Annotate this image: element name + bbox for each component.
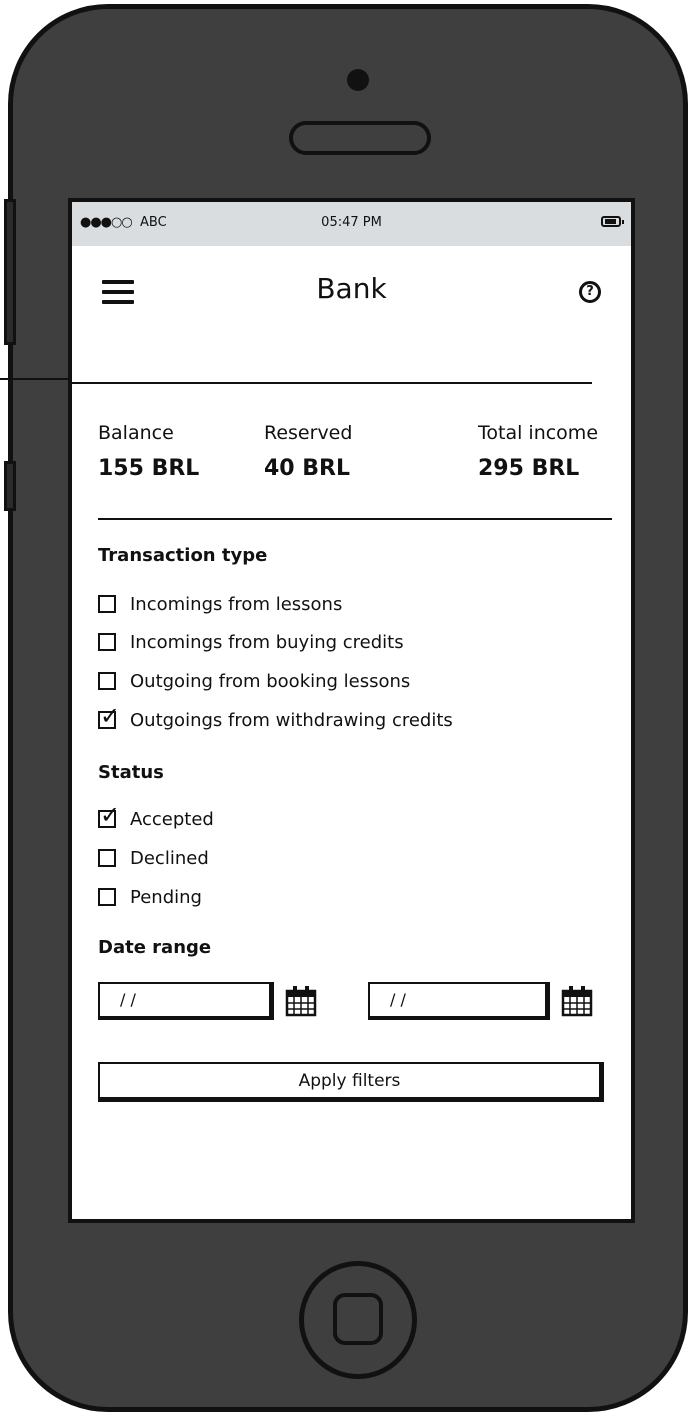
checkbox-label: Outgoing from booking lessons	[130, 670, 411, 692]
calendar-icon[interactable]	[560, 984, 594, 1018]
checkbox-label: Incomings from buying credits	[130, 631, 404, 653]
transaction-type-heading: Transaction type	[98, 545, 268, 566]
camera-icon	[347, 69, 369, 91]
status-time: 05:47 PM	[321, 215, 382, 230]
side-button	[4, 461, 16, 511]
apply-filters-button[interactable]: Apply filters	[98, 1062, 604, 1102]
home-button[interactable]	[299, 1261, 417, 1379]
battery-icon	[601, 216, 624, 227]
home-square-icon	[333, 1293, 383, 1345]
checkbox-declined[interactable]: Declined	[98, 846, 209, 870]
phone-screen: ●●●○○ ABC 05:47 PM Bank ? Balance 155 BR…	[68, 198, 635, 1223]
checkbox-box[interactable]	[98, 803, 120, 828]
checkbox-box[interactable]	[98, 888, 116, 906]
checkbox-incomings-lessons[interactable]: Incomings from lessons	[98, 592, 342, 616]
checkbox-box[interactable]	[98, 849, 116, 867]
status-bar: ●●●○○ ABC 05:47 PM	[72, 202, 631, 246]
calendar-icon[interactable]	[284, 984, 318, 1018]
checkbox-label: Accepted	[130, 808, 214, 830]
reserved-value: 40 BRL	[264, 456, 351, 481]
date-range-heading: Date range	[98, 937, 212, 958]
checkbox-pending[interactable]: Pending	[98, 885, 202, 909]
total-income-value: 295 BRL	[478, 456, 580, 481]
checkbox-incomings-credits[interactable]: Incomings from buying credits	[98, 630, 404, 654]
balance-summary: Balance 155 BRL	[98, 422, 199, 481]
balance-label: Balance	[98, 422, 174, 444]
checkbox-box[interactable]	[98, 633, 116, 651]
page-title: Bank	[316, 272, 387, 305]
total-income-label: Total income	[478, 422, 599, 444]
checkbox-label: Pending	[130, 886, 202, 908]
checkbox-outgoings-withdrawing[interactable]: Outgoings from withdrawing credits	[98, 704, 453, 732]
checkbox-box[interactable]	[98, 672, 116, 690]
divider	[98, 518, 612, 520]
date-to-input[interactable]: / /	[368, 982, 550, 1020]
reserved-summary: Reserved 40 BRL	[264, 422, 352, 481]
question-circle-icon[interactable]: ?	[579, 281, 601, 303]
status-heading: Status	[98, 762, 164, 783]
divider	[72, 382, 592, 384]
checkbox-box[interactable]	[98, 704, 120, 729]
side-button	[4, 199, 16, 345]
checkbox-label: Declined	[130, 847, 209, 869]
checkbox-label: Incomings from lessons	[130, 593, 343, 615]
total-income-summary: Total income 295 BRL	[478, 422, 598, 481]
checkbox-outgoing-booking[interactable]: Outgoing from booking lessons	[98, 669, 410, 693]
reserved-label: Reserved	[264, 422, 353, 444]
checkbox-box[interactable]	[98, 595, 116, 613]
checkbox-accepted[interactable]: Accepted	[98, 803, 214, 831]
date-from-input[interactable]: / /	[98, 982, 274, 1020]
balance-value: 155 BRL	[98, 456, 200, 481]
checkbox-label: Outgoings from withdrawing credits	[130, 709, 453, 731]
speaker-grille	[289, 121, 431, 155]
